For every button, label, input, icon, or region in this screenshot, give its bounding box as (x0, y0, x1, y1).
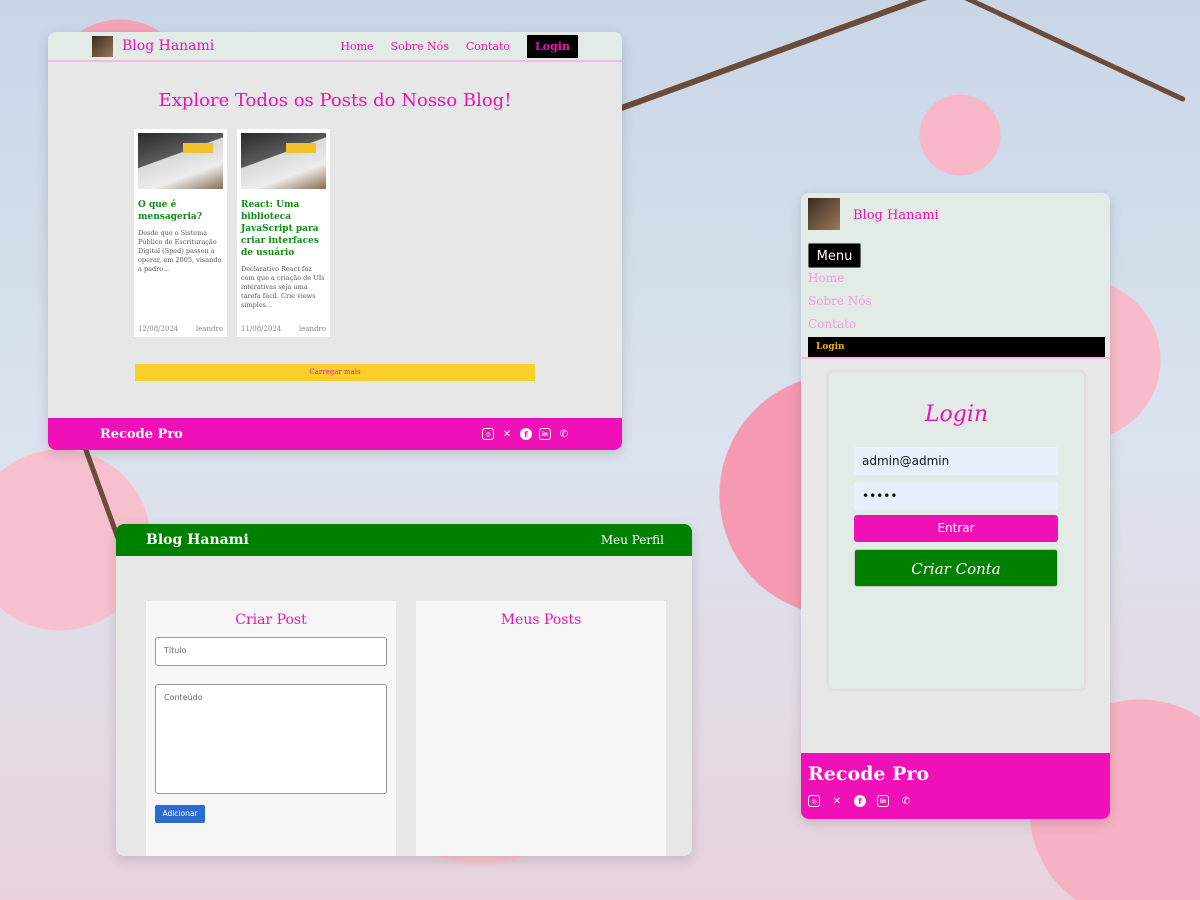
blog-listing-window: Blog Hanami Home Sobre Nós Contato Login… (48, 32, 622, 450)
post-date: 12/08/2024 (138, 325, 179, 333)
nav-link-about[interactable]: Sobre Nós (808, 294, 872, 308)
password-field[interactable]: ••••• (854, 482, 1058, 510)
my-posts-heading: Meus Posts (500, 612, 582, 628)
post-card[interactable]: React: Uma biblioteca JavaScript para cr… (237, 129, 330, 337)
instagram-icon[interactable]: ◎ (808, 795, 820, 807)
footer-brand: Recode Pro (100, 426, 183, 442)
login-heading: Login (924, 402, 989, 427)
facebook-icon[interactable]: f (854, 795, 866, 807)
blog-logo[interactable] (92, 35, 113, 57)
my-posts-panel: Meus Posts (416, 601, 666, 856)
login-nav-button[interactable]: Login (808, 337, 1105, 357)
post-author: leandro (298, 325, 326, 333)
whatsapp-icon[interactable]: ✆ (558, 428, 570, 440)
post-author: leandro (195, 325, 223, 333)
login-button[interactable]: Login (527, 34, 578, 58)
footer: Recode Pro ◎ ✕ f in ✆ (801, 753, 1110, 819)
instagram-icon[interactable]: ◎ (482, 428, 494, 440)
post-thumbnail[interactable] (241, 133, 326, 189)
footer-brand: Recode Pro (808, 763, 930, 785)
facebook-icon[interactable]: f (520, 428, 532, 440)
post-title[interactable]: React: Uma biblioteca JavaScript para cr… (241, 199, 326, 259)
nav-link-about[interactable]: Sobre Nós (391, 40, 449, 53)
post-meta: 12/08/2024 leandro (138, 325, 223, 333)
nav-link-home[interactable]: Home (340, 40, 373, 53)
top-navbar: Blog Hanami Home Sobre Nós Contato Login (48, 32, 622, 62)
post-title[interactable]: O que é mensageria? (138, 199, 223, 223)
login-form-card: Login admin@admin ••••• Entrar Criar Con… (829, 372, 1084, 689)
post-meta: 11/08/2024 leandro (241, 325, 326, 333)
blog-logo[interactable] (808, 198, 840, 230)
post-card[interactable]: O que é mensageria? Desde que o Sistema … (134, 129, 227, 337)
linkedin-icon[interactable]: in (539, 428, 551, 440)
whatsapp-icon[interactable]: ✆ (900, 795, 912, 807)
post-list: O que é mensageria? Desde que o Sistema … (134, 129, 330, 337)
brand-title[interactable]: Blog Hanami (146, 532, 249, 548)
menu-button[interactable]: Menu (808, 243, 861, 268)
post-date: 11/08/2024 (241, 325, 282, 333)
login-window: Blog Hanami Menu Home Sobre Nós Contato … (801, 193, 1110, 819)
profile-window: Blog Hanami Meu Perfil Criar Post Título… (116, 524, 692, 856)
create-post-heading: Criar Post (235, 612, 307, 628)
nav-link-home[interactable]: Home (808, 271, 844, 285)
top-navbar: Blog Hanami Meu Perfil (116, 524, 692, 556)
nav-link-contact[interactable]: Contato (466, 40, 510, 53)
x-icon[interactable]: ✕ (831, 795, 843, 807)
my-profile-link[interactable]: Meu Perfil (601, 533, 664, 547)
linkedin-icon[interactable]: in (877, 795, 889, 807)
mobile-navbar: Blog Hanami Menu Home Sobre Nós Contato … (801, 193, 1110, 359)
add-post-button[interactable]: Adicionar (155, 805, 205, 823)
post-content-textarea[interactable]: Conteúdo (155, 684, 387, 794)
post-excerpt: Declarativo React faz com que a criação … (241, 265, 325, 309)
background-branch (611, 0, 989, 115)
x-icon[interactable]: ✕ (501, 428, 513, 440)
create-post-panel: Criar Post Título Conteúdo Adicionar (146, 601, 396, 856)
social-links: ◎ ✕ f in ✆ (808, 795, 1103, 807)
social-links: ◎ ✕ f in ✆ (482, 428, 570, 440)
post-title-input[interactable]: Título (155, 637, 387, 666)
background-branch (893, 0, 1187, 103)
post-excerpt: Desde que o Sistema Público de Escritura… (138, 229, 222, 273)
nav-link-contact[interactable]: Contato (808, 317, 856, 331)
post-thumbnail[interactable] (138, 133, 223, 189)
brand-title[interactable]: Blog Hanami (122, 38, 214, 54)
brand-title[interactable]: Blog Hanami (853, 208, 939, 223)
email-field[interactable]: admin@admin (854, 447, 1058, 475)
footer: Recode Pro ◎ ✕ f in ✆ (48, 418, 622, 450)
page-heading: Explore Todos os Posts do Nosso Blog! (158, 90, 512, 111)
create-account-button[interactable]: Criar Conta (854, 549, 1058, 587)
nav-links: Home Sobre Nós Contato Login (340, 34, 578, 58)
load-more-button[interactable]: Carregar mais (135, 364, 535, 381)
submit-login-button[interactable]: Entrar (854, 515, 1058, 542)
